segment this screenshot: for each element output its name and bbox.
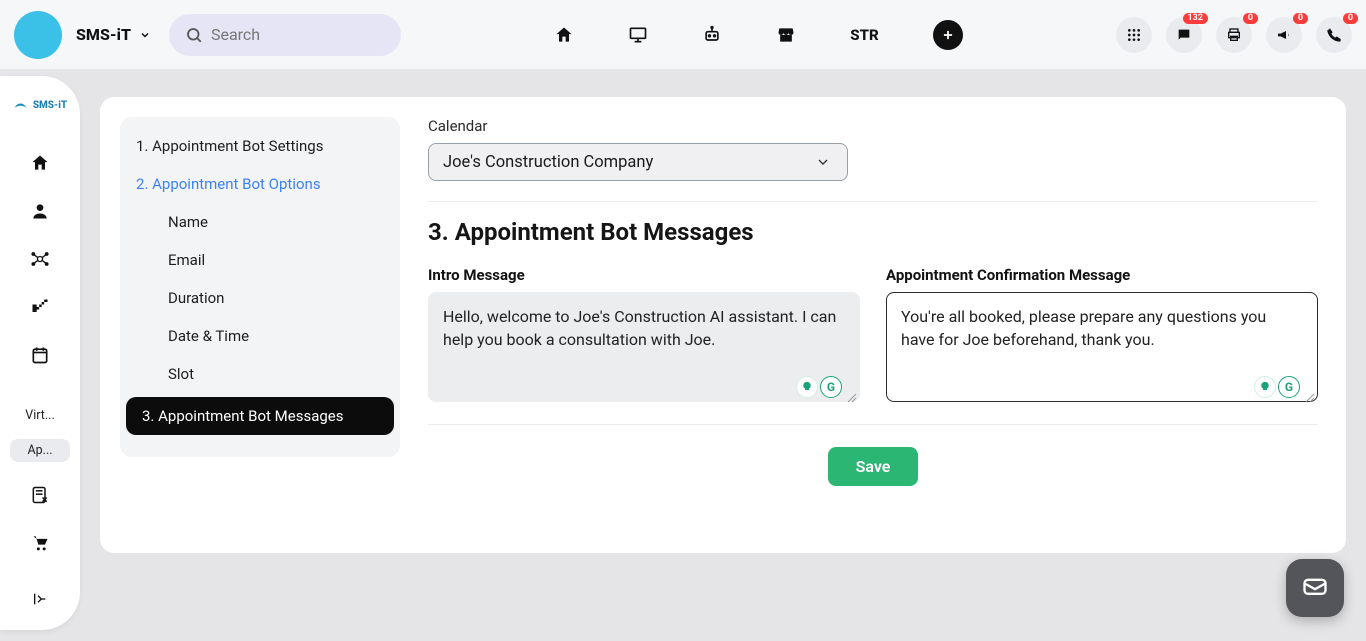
confirm-label: Appointment Confirmation Message <box>886 266 1318 284</box>
nav-bot-options[interactable]: 2. Appointment Bot Options <box>120 165 400 203</box>
nav-bot-settings[interactable]: 1. Appointment Bot Settings <box>120 127 400 165</box>
nav-bot-messages[interactable]: 3. Appointment Bot Messages <box>126 397 394 435</box>
top-header: SMS-iT STR 132 <box>0 0 1366 70</box>
nav-sub-email[interactable]: Email <box>120 241 400 279</box>
grammarly-icon[interactable]: G <box>820 376 842 398</box>
sidebar-label-virt[interactable]: Virt... <box>10 408 70 423</box>
section-title: 3. Appointment Bot Messages <box>428 218 1318 246</box>
sidebar-calendar-icon[interactable] <box>16 334 64 376</box>
print-badge: 0 <box>1243 13 1258 24</box>
sidebar-person-icon[interactable] <box>16 190 64 232</box>
header-center-nav: STR <box>415 20 1102 50</box>
plus-button[interactable] <box>933 20 963 50</box>
calendar-select[interactable]: Joe's Construction Company <box>428 143 848 181</box>
announce-button[interactable]: 0 <box>1266 17 1302 53</box>
str-link[interactable]: STR <box>850 26 878 44</box>
phone-badge: 0 <box>1343 13 1358 24</box>
confirm-wrap: G <box>886 292 1318 406</box>
sidebar-label-app[interactable]: Ap... <box>10 439 70 462</box>
search-input[interactable] <box>211 25 385 44</box>
sidebar-note-icon[interactable] <box>16 474 64 516</box>
nav-sub-slot[interactable]: Slot <box>120 355 400 393</box>
sidebar-collapse-icon[interactable] <box>16 578 64 620</box>
robot-icon[interactable] <box>702 25 722 45</box>
save-button[interactable]: Save <box>828 447 919 486</box>
print-button[interactable]: 0 <box>1216 17 1252 53</box>
chevron-down-icon <box>135 25 155 45</box>
divider <box>428 201 1318 202</box>
search-icon <box>185 25 203 45</box>
nav-sub-name[interactable]: Name <box>120 203 400 241</box>
left-sidebar: SMS-iT Virt... Ap... <box>0 76 80 630</box>
intro-column: Intro Message G <box>428 266 860 406</box>
main-card: 1. Appointment Bot Settings 2. Appointme… <box>100 97 1346 553</box>
save-row: Save <box>428 447 1318 486</box>
intro-wrap: G <box>428 292 860 406</box>
grammarly-widgets: G <box>1254 376 1300 398</box>
sidebar-network-icon[interactable] <box>16 238 64 280</box>
sidebar-steps-icon[interactable] <box>16 286 64 328</box>
message-columns: Intro Message G Appointment Confirmation… <box>428 266 1318 406</box>
support-chat-button[interactable] <box>1286 559 1344 617</box>
chevron-down-icon <box>813 152 833 172</box>
global-search[interactable] <box>169 14 401 56</box>
bulb-icon[interactable] <box>796 376 818 398</box>
content-panel: Calendar Joe's Construction Company 3. A… <box>424 117 1326 533</box>
monitor-icon[interactable] <box>628 25 648 45</box>
chat-badge: 132 <box>1183 13 1209 24</box>
apps-grid-button[interactable] <box>1116 17 1152 53</box>
nav-sub-duration[interactable]: Duration <box>120 279 400 317</box>
sidebar-cart-icon[interactable] <box>16 522 64 564</box>
nav-sub-datetime[interactable]: Date & Time <box>120 317 400 355</box>
intro-label: Intro Message <box>428 266 860 284</box>
grammarly-widgets: G <box>796 376 842 398</box>
announce-badge: 0 <box>1293 13 1308 24</box>
header-right: 132 0 0 0 <box>1116 17 1352 53</box>
chat-button[interactable]: 132 <box>1166 17 1202 53</box>
store-icon[interactable] <box>776 25 796 45</box>
sidebar-logo[interactable]: SMS-iT <box>8 94 72 116</box>
phone-button[interactable]: 0 <box>1316 17 1352 53</box>
divider <box>428 424 1318 425</box>
app-switcher[interactable]: SMS-iT <box>76 25 155 45</box>
home-icon[interactable] <box>554 25 574 45</box>
bulb-icon[interactable] <box>1254 376 1276 398</box>
avatar[interactable] <box>14 11 62 59</box>
calendar-selected-value: Joe's Construction Company <box>443 153 653 172</box>
sidebar-home-icon[interactable] <box>16 142 64 184</box>
app-title: SMS-iT <box>76 25 131 44</box>
confirm-column: Appointment Confirmation Message G <box>886 266 1318 406</box>
grammarly-icon[interactable]: G <box>1278 376 1300 398</box>
settings-nav: 1. Appointment Bot Settings 2. Appointme… <box>120 117 400 457</box>
calendar-label: Calendar <box>428 117 1318 135</box>
